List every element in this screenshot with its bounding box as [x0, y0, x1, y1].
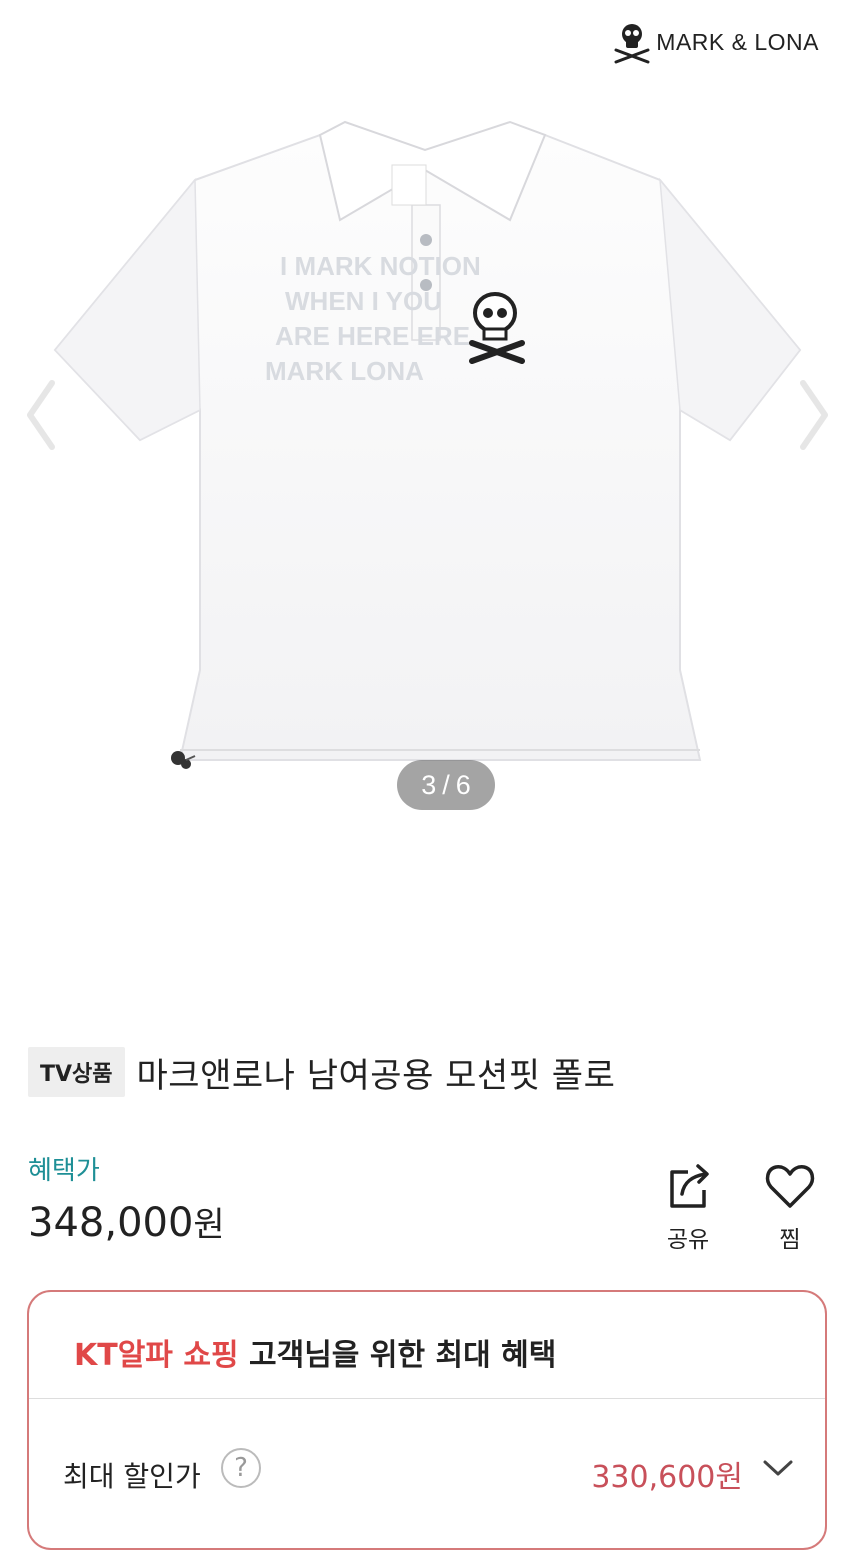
- tv-product-badge: TV상품: [28, 1047, 125, 1097]
- benefit-heading: KT알파 쇼핑 고객님을 위한 최대 혜택: [74, 1330, 556, 1374]
- like-button[interactable]: 찜: [762, 1160, 818, 1254]
- help-icon[interactable]: ?: [221, 1448, 261, 1488]
- share-icon: [670, 1164, 709, 1208]
- price-unit: 원: [193, 1205, 225, 1245]
- chevron-down-icon[interactable]: [761, 1456, 795, 1480]
- gallery-current: 3: [421, 769, 437, 800]
- brand-name: MARK & LONA: [656, 28, 819, 55]
- chevron-right-icon[interactable]: [791, 375, 835, 455]
- svg-text:ARE HERE ERE: ARE HERE ERE: [275, 321, 470, 351]
- max-discount-price: 330,600원: [591, 1460, 743, 1495]
- product-image: I MARK NOTION WHEN I YOU ARE HERE ERE MA…: [53, 120, 802, 769]
- product-gallery[interactable]: MARK & LONA I MARK NOTION WHEN I YOU ARE…: [0, 0, 855, 1000]
- product-price: 348,000원: [28, 1197, 225, 1246]
- like-label: 찜: [779, 1227, 801, 1253]
- benefit-heading-accent: KT알파 쇼핑: [74, 1338, 239, 1373]
- svg-text:I MARK NOTION: I MARK NOTION: [280, 251, 481, 281]
- heart-icon: [765, 1165, 815, 1208]
- benefit-heading-rest: 고객님을 위한 최대 혜택: [238, 1338, 557, 1373]
- share-button[interactable]: 공유: [660, 1160, 716, 1254]
- gallery-total: 6: [455, 769, 471, 800]
- gallery-separator: /: [442, 769, 450, 800]
- benefit-price-label: 혜택가: [28, 1156, 100, 1186]
- gallery-counter: 3 / 6: [397, 760, 495, 810]
- benefit-divider: [29, 1398, 825, 1399]
- price-value: 348,000: [28, 1200, 194, 1246]
- chevron-left-icon[interactable]: [20, 375, 64, 455]
- benefit-box: KT알파 쇼핑 고객님을 위한 최대 혜택 최대 할인가 ? 330,600원: [27, 1290, 827, 1550]
- max-discount-label: 최대 할인가: [63, 1460, 201, 1493]
- skull-crossbones-icon: [614, 24, 650, 64]
- svg-text:WHEN I YOU: WHEN I YOU: [285, 286, 442, 316]
- share-label: 공유: [666, 1227, 710, 1253]
- product-title-row: TV상품 마크앤로나 남여공용 모션핏 폴로: [28, 1047, 615, 1097]
- brand-logo: MARK & LONA: [612, 20, 819, 64]
- product-title: 마크앤로나 남여공용 모션핏 폴로: [136, 1055, 616, 1096]
- svg-text:MARK LONA: MARK LONA: [265, 356, 424, 386]
